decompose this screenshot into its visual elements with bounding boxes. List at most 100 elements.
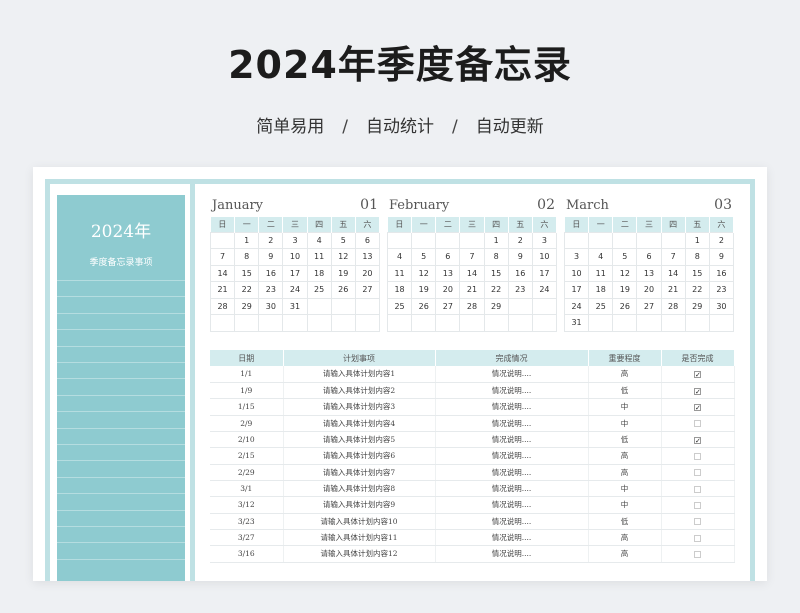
- calendar-day[interactable]: 27: [636, 297, 662, 315]
- row-date[interactable]: 2/29: [210, 464, 284, 481]
- calendar-day[interactable]: 20: [354, 264, 381, 282]
- calendar-day[interactable]: 21: [209, 281, 236, 299]
- calendar-day[interactable]: 26: [612, 297, 638, 315]
- calendar-day[interactable]: 12: [330, 248, 356, 266]
- calendar-day[interactable]: 25: [588, 297, 614, 315]
- calendar-day[interactable]: [330, 314, 356, 332]
- row-done[interactable]: ✓: [661, 382, 735, 400]
- calendar-day[interactable]: [234, 314, 260, 332]
- calendar-day[interactable]: 5: [411, 248, 437, 266]
- row-date[interactable]: 2/9: [210, 415, 284, 432]
- row-priority[interactable]: 高: [588, 366, 662, 383]
- calendar-day[interactable]: 30: [258, 297, 284, 315]
- checked-checkbox-icon[interactable]: ✓: [694, 403, 701, 411]
- calendar-day[interactable]: 18: [386, 281, 413, 299]
- row-priority[interactable]: 低: [588, 382, 662, 400]
- row-status[interactable]: 情况说明....: [435, 545, 589, 563]
- row-status[interactable]: 情况说明....: [435, 496, 589, 514]
- row-priority[interactable]: 高: [588, 545, 662, 563]
- row-status[interactable]: 情况说明....: [435, 529, 589, 547]
- row-plan[interactable]: 请输入具体计划内容4: [283, 415, 436, 432]
- unchecked-checkbox-icon[interactable]: [694, 469, 701, 477]
- row-plan[interactable]: 请输入具体计划内容1: [283, 366, 436, 383]
- calendar-day[interactable]: 12: [612, 264, 638, 282]
- calendar-day[interactable]: 11: [588, 264, 614, 282]
- row-date[interactable]: 1/1: [210, 366, 284, 383]
- calendar-day[interactable]: [636, 231, 662, 249]
- row-date[interactable]: 3/16: [210, 545, 284, 563]
- calendar-day[interactable]: [258, 314, 284, 332]
- calendar-day[interactable]: 29: [684, 297, 710, 315]
- calendar-day[interactable]: [330, 297, 356, 315]
- row-plan[interactable]: 请输入具体计划内容3: [283, 398, 436, 416]
- calendar-day[interactable]: [612, 314, 638, 332]
- row-done[interactable]: [661, 529, 735, 547]
- calendar-day[interactable]: [435, 314, 461, 332]
- calendar-day[interactable]: [459, 231, 485, 249]
- calendar-day[interactable]: 27: [435, 297, 461, 315]
- calendar-day[interactable]: 25: [306, 281, 332, 299]
- calendar-day[interactable]: 27: [354, 281, 381, 299]
- row-date[interactable]: 2/10: [210, 431, 284, 449]
- calendar-day[interactable]: [459, 314, 485, 332]
- calendar-day[interactable]: 14: [209, 264, 236, 282]
- calendar-day[interactable]: 1: [234, 231, 260, 249]
- row-priority[interactable]: 低: [588, 431, 662, 449]
- calendar-day[interactable]: [306, 314, 332, 332]
- calendar-day[interactable]: 14: [459, 264, 485, 282]
- calendar-day[interactable]: 16: [708, 264, 735, 282]
- calendar-day[interactable]: 1: [684, 231, 710, 249]
- row-priority[interactable]: 中: [588, 480, 662, 498]
- calendar-day[interactable]: 6: [636, 248, 662, 266]
- calendar-day[interactable]: [386, 314, 413, 332]
- calendar-day[interactable]: 29: [483, 297, 509, 315]
- calendar-day[interactable]: 19: [330, 264, 356, 282]
- calendar-day[interactable]: 18: [588, 281, 614, 299]
- calendar-day[interactable]: 5: [330, 231, 356, 249]
- calendar-day[interactable]: 12: [411, 264, 437, 282]
- calendar-day[interactable]: 6: [354, 231, 381, 249]
- row-done[interactable]: [661, 480, 735, 498]
- calendar-day[interactable]: 20: [435, 281, 461, 299]
- calendar-day[interactable]: 16: [507, 264, 533, 282]
- calendar-day[interactable]: 15: [483, 264, 509, 282]
- calendar-day[interactable]: 4: [588, 248, 614, 266]
- calendar-day[interactable]: 7: [660, 248, 686, 266]
- calendar-day[interactable]: 22: [483, 281, 509, 299]
- calendar-day[interactable]: 9: [258, 248, 284, 266]
- calendar-day[interactable]: 23: [708, 281, 735, 299]
- row-status[interactable]: 情况说明....: [435, 447, 589, 465]
- calendar-day[interactable]: 28: [459, 297, 485, 315]
- calendar-day[interactable]: 8: [234, 248, 260, 266]
- calendar-day[interactable]: [282, 314, 308, 332]
- calendar-day[interactable]: [507, 314, 533, 332]
- calendar-day[interactable]: 2: [258, 231, 284, 249]
- row-date[interactable]: 3/1: [210, 480, 284, 498]
- checked-checkbox-icon[interactable]: ✓: [694, 370, 701, 378]
- calendar-day[interactable]: 6: [435, 248, 461, 266]
- row-status[interactable]: 情况说明....: [435, 431, 589, 449]
- row-done[interactable]: ✓: [661, 366, 735, 383]
- row-priority[interactable]: 高: [588, 447, 662, 465]
- unchecked-checkbox-icon[interactable]: [694, 485, 701, 493]
- unchecked-checkbox-icon[interactable]: [694, 534, 701, 542]
- row-plan[interactable]: 请输入具体计划内容6: [283, 447, 436, 465]
- calendar-day[interactable]: 13: [636, 264, 662, 282]
- calendar-day[interactable]: 30: [708, 297, 735, 315]
- row-date[interactable]: 3/23: [210, 513, 284, 530]
- calendar-day[interactable]: [435, 231, 461, 249]
- row-plan[interactable]: 请输入具体计划内容12: [283, 545, 436, 563]
- row-priority[interactable]: 低: [588, 513, 662, 530]
- row-date[interactable]: 2/15: [210, 447, 284, 465]
- row-plan[interactable]: 请输入具体计划内容8: [283, 480, 436, 498]
- calendar-day[interactable]: [660, 314, 686, 332]
- calendar-day[interactable]: [507, 297, 533, 315]
- row-done[interactable]: ✓: [661, 398, 735, 416]
- row-plan[interactable]: 请输入具体计划内容10: [283, 513, 436, 530]
- row-done[interactable]: [661, 415, 735, 432]
- row-priority[interactable]: 中: [588, 415, 662, 432]
- calendar-day[interactable]: 25: [386, 297, 413, 315]
- calendar-day[interactable]: 28: [209, 297, 236, 315]
- row-done[interactable]: [661, 464, 735, 481]
- row-date[interactable]: 3/12: [210, 496, 284, 514]
